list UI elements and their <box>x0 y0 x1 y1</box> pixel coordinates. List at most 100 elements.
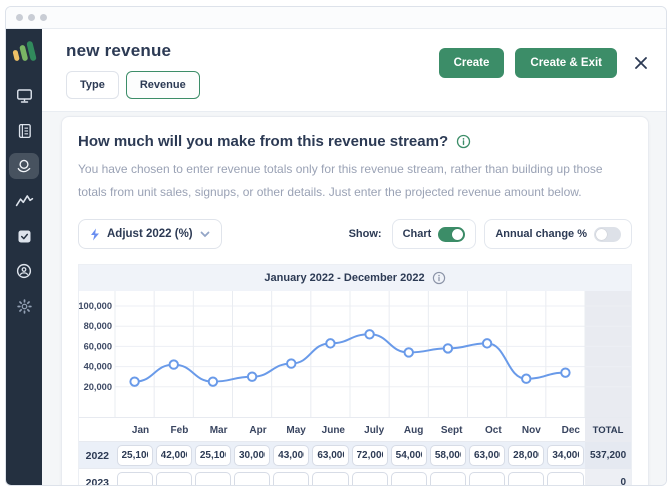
month-header-mar: Mar <box>209 425 228 436</box>
revenue-input-2023-aug[interactable] <box>390 472 427 485</box>
svg-text:40,000: 40,000 <box>84 362 112 372</box>
revenue-input-2023-dec[interactable] <box>547 472 584 485</box>
info-icon[interactable] <box>432 271 446 285</box>
revenue-chart-table: January 2022 - December 2022 20,000 40,00… <box>78 264 632 485</box>
sidebar-item-activity[interactable] <box>9 188 39 214</box>
month-header-row: Jan Feb Mar Apr May June July Aug Sept Oct Nov Dec T… <box>79 417 631 443</box>
revenue-input-2023-nov[interactable] <box>508 472 545 485</box>
ledger-icon <box>18 123 31 139</box>
month-header-nov: Nov <box>521 425 541 436</box>
revenue-input-2023-june[interactable] <box>312 472 349 485</box>
data-point-sept <box>442 343 454 354</box>
data-point-apr <box>246 371 258 382</box>
revenue-input-2022-dec[interactable] <box>547 445 584 466</box>
sidebar-item-ledger[interactable] <box>9 118 39 144</box>
window-dot-icon <box>40 14 47 21</box>
revenue-input-2022-may[interactable] <box>273 445 310 466</box>
revenue-input-2022-aug[interactable] <box>390 445 427 466</box>
revenue-row-2022: 2022 537,200 <box>79 442 631 469</box>
revenue-input-2022-oct[interactable] <box>469 445 506 466</box>
section-description: You have chosen to enter revenue totals … <box>78 162 603 199</box>
chart-title: January 2022 - December 2022 <box>264 272 425 284</box>
data-point-may <box>286 358 297 369</box>
page-header: new revenue Type Revenue Create Create &… <box>42 29 666 112</box>
revenue-input-2022-mar[interactable] <box>194 445 231 466</box>
activity-icon <box>15 194 33 206</box>
svg-text:20,000: 20,000 <box>84 382 112 392</box>
revenue-input-2023-apr[interactable] <box>234 472 271 485</box>
total-column-header: TOTAL <box>585 418 631 443</box>
revenue-input-2023-july[interactable] <box>351 472 388 485</box>
annual-change-toggle-switch[interactable] <box>594 226 621 242</box>
revenue-input-2023-may[interactable] <box>273 472 310 485</box>
data-point-nov <box>521 373 532 384</box>
revenue-input-2022-sept[interactable] <box>429 445 466 466</box>
window-titlebar <box>6 7 666 29</box>
line-chart-svg: 20,000 40,000 60,000 80,000 100,000 <box>78 291 631 417</box>
month-header-jan: Jan <box>131 425 150 436</box>
window-dot-icon <box>28 14 35 21</box>
data-point-feb <box>168 359 179 370</box>
sidebar-item-check-square[interactable] <box>9 223 39 249</box>
revenue-input-2023-oct[interactable] <box>469 472 506 485</box>
tab-type[interactable]: Type <box>66 71 119 99</box>
revenue-input-2022-feb[interactable] <box>155 445 192 466</box>
chart-toggle[interactable]: Chart <box>391 219 477 249</box>
revenue-input-2022-jan[interactable] <box>116 445 153 466</box>
content-area: How much will you make from this revenue… <box>42 112 666 485</box>
revenue-input-2023-mar[interactable] <box>194 472 231 485</box>
sidebar-item-hand-coin[interactable] <box>9 153 39 179</box>
sidebar-item-monitor[interactable] <box>9 83 39 109</box>
step-tabs: Type Revenue <box>66 71 200 99</box>
close-icon[interactable] <box>632 54 650 72</box>
revenue-input-2022-july[interactable] <box>351 445 388 466</box>
sidebar-item-help[interactable] <box>9 258 39 284</box>
app-window: new revenue Type Revenue Create Create &… <box>5 6 667 486</box>
sidebar <box>6 29 42 485</box>
chart-toggle-switch[interactable] <box>438 226 466 242</box>
settings-gear-icon <box>16 298 32 314</box>
revenue-input-2022-apr[interactable] <box>234 445 271 466</box>
data-point-jan <box>129 376 140 387</box>
month-header-oct: Oct <box>484 425 502 436</box>
total-cell-2022: 537,200 <box>585 442 631 469</box>
sidebar-item-settings-gear[interactable] <box>9 293 39 319</box>
chart-toolbar: Adjust 2022 (%) Show: Chart Annual chang… <box>78 219 632 249</box>
revenue-input-2023-jan[interactable] <box>116 472 153 485</box>
month-header-apr: Apr <box>249 425 267 436</box>
data-point-dec <box>560 367 571 378</box>
revenue-input-2022-june[interactable] <box>312 445 349 466</box>
check-square-icon <box>17 229 31 243</box>
chevron-down-icon <box>200 231 210 237</box>
adjust-2022-dropdown[interactable]: Adjust 2022 (%) <box>78 219 222 249</box>
data-point-mar <box>207 376 219 387</box>
monitor-icon <box>16 89 32 103</box>
month-header-may: May <box>286 425 306 436</box>
year-label: 2023 <box>85 476 109 486</box>
page-title: new revenue <box>66 41 172 60</box>
line-chart: 20,000 40,000 60,000 80,000 100,000 <box>78 291 631 417</box>
revenue-input-2022-nov[interactable] <box>508 445 545 466</box>
year-label: 2022 <box>85 449 109 462</box>
create-button[interactable]: Create <box>438 48 505 78</box>
lightning-bolt-icon <box>91 228 99 240</box>
svg-text:100,000: 100,000 <box>79 301 112 311</box>
revenue-card: How much will you make from this revenue… <box>61 116 649 485</box>
section-heading: How much will you make from this revenue… <box>78 133 449 150</box>
data-point-oct <box>481 338 493 349</box>
revenue-input-2023-feb[interactable] <box>155 472 192 485</box>
show-label: Show: <box>348 228 382 240</box>
help-icon <box>16 263 32 279</box>
window-dot-icon <box>16 14 23 21</box>
hand-coin-icon <box>17 159 31 172</box>
data-point-july <box>364 329 375 340</box>
chart-title-band: January 2022 - December 2022 <box>79 265 631 291</box>
month-header-dec: Dec <box>561 425 580 436</box>
data-point-june <box>325 338 336 349</box>
info-icon[interactable] <box>456 134 471 149</box>
annual-change-toggle[interactable]: Annual change % <box>484 219 632 249</box>
tab-revenue[interactable]: Revenue <box>125 71 200 99</box>
create-exit-button[interactable]: Create & Exit <box>515 48 617 78</box>
revenue-input-2023-sept[interactable] <box>429 472 466 485</box>
month-header-july: July <box>364 425 385 436</box>
